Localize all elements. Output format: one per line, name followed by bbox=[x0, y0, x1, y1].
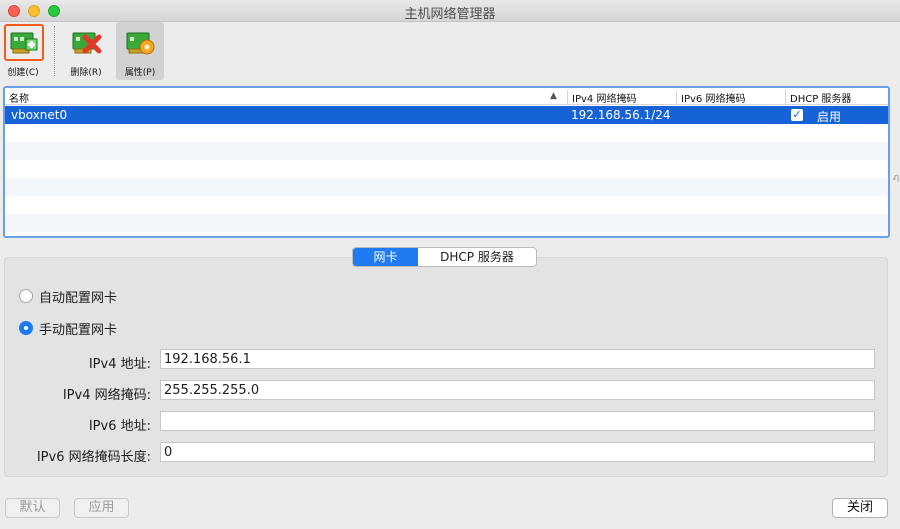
empty-row bbox=[5, 214, 888, 232]
auto-config-option[interactable]: 自动配置网卡 bbox=[19, 287, 118, 306]
delete-button[interactable]: 删除(R) bbox=[62, 22, 110, 80]
delete-label: 删除(R) bbox=[70, 68, 102, 78]
window-edge-glyph: ฦ bbox=[893, 173, 899, 183]
title-bar: 主机网络管理器 bbox=[0, 0, 900, 22]
manual-config-option[interactable]: 手动配置网卡 bbox=[19, 319, 118, 338]
toolbar: 创建(C) 删除(R) 属性(P) bbox=[0, 22, 900, 82]
network-name: vboxnet0 bbox=[11, 108, 68, 122]
ipv4-address-label: IPv4 地址: bbox=[88, 357, 151, 372]
create-label: 创建(C) bbox=[7, 68, 39, 78]
column-header-name[interactable]: 名称 bbox=[5, 90, 565, 105]
empty-row bbox=[5, 142, 888, 160]
network-card-remove-icon bbox=[72, 32, 102, 54]
ipv6-address-field[interactable] bbox=[160, 411, 875, 431]
dhcp-enabled-checkbox[interactable]: ✓ bbox=[791, 109, 803, 121]
close-button[interactable]: 关闭 bbox=[832, 498, 888, 518]
ipv4-mask-value: 192.168.56.1/24 bbox=[571, 108, 671, 122]
ipv6-prefix-label: IPv6 网络掩码长度: bbox=[36, 450, 151, 465]
apply-button[interactable]: 应用 bbox=[74, 498, 129, 518]
column-header-ipv6-mask[interactable]: IPv6 网络掩码 bbox=[676, 90, 784, 105]
reset-button[interactable]: 默认 bbox=[5, 498, 60, 518]
tab-adapter[interactable]: 网卡 bbox=[353, 248, 418, 266]
ipv4-mask-field[interactable]: 255.255.255.0 bbox=[160, 380, 875, 400]
window-title: 主机网络管理器 bbox=[404, 7, 496, 22]
manual-config-radio[interactable] bbox=[19, 321, 33, 335]
network-card-settings-icon bbox=[126, 32, 155, 55]
auto-config-radio[interactable] bbox=[19, 289, 33, 303]
ipv6-address-label: IPv6 地址: bbox=[88, 419, 151, 434]
detail-tabs: 网卡 DHCP 服务器 bbox=[352, 247, 537, 267]
tab-dhcp-server[interactable]: DHCP 服务器 bbox=[418, 248, 536, 266]
empty-row bbox=[5, 178, 888, 196]
sort-ascending-icon: ▲ bbox=[550, 91, 557, 101]
column-header-ipv4-mask[interactable]: IPv4 网络掩码 bbox=[567, 90, 675, 105]
ipv4-mask-label: IPv4 网络掩码: bbox=[62, 388, 151, 403]
table-row[interactable]: vboxnet0 192.168.56.1/24 ✓ 启用 bbox=[5, 106, 888, 124]
ipv4-address-field[interactable]: 192.168.56.1 bbox=[160, 349, 875, 369]
toolbar-separator bbox=[54, 26, 55, 76]
network-list[interactable]: 名称 ▲ IPv4 网络掩码 IPv6 网络掩码 DHCP 服务器 vboxne… bbox=[3, 86, 890, 238]
properties-button[interactable]: 属性(P) bbox=[116, 22, 164, 80]
create-button[interactable]: 创建(C) bbox=[2, 22, 44, 80]
ipv6-prefix-field[interactable]: 0 bbox=[160, 442, 875, 462]
dhcp-status-label: 启用 bbox=[817, 110, 842, 124]
manual-config-label: 手动配置网卡 bbox=[39, 322, 118, 338]
network-card-add-icon bbox=[10, 32, 38, 54]
adapter-panel: 自动配置网卡 手动配置网卡 IPv4 地址: 192.168.56.1 IPv4… bbox=[4, 257, 888, 477]
column-header-dhcp[interactable]: DHCP 服务器 bbox=[785, 90, 888, 105]
properties-label: 属性(P) bbox=[124, 68, 156, 78]
auto-config-label: 自动配置网卡 bbox=[39, 290, 118, 306]
list-header: 名称 ▲ IPv4 网络掩码 IPv6 网络掩码 DHCP 服务器 bbox=[5, 88, 888, 105]
